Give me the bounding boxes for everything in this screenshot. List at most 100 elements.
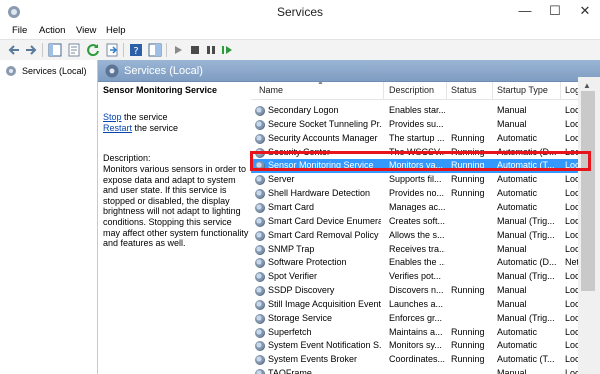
service-name-cell: Software Protection [268, 257, 347, 268]
description-pane: Sensor Monitoring Service Stop the servi… [98, 82, 251, 374]
column-status[interactable]: Status [451, 85, 477, 95]
service-name-cell: Secure Socket Tunneling Pr... [268, 118, 381, 129]
service-row[interactable]: Secure Socket Tunneling Pr... Provides su… [251, 118, 600, 132]
service-startup-type-cell: Manual (Trig... [497, 312, 555, 323]
column-divider[interactable] [560, 82, 561, 99]
service-row[interactable]: TAOFrame Manual Loc [251, 367, 600, 374]
service-name-cell: SSDP Discovery [268, 285, 335, 296]
service-status-cell: Running [451, 340, 485, 351]
service-startup-type-cell: Manual [497, 285, 527, 296]
service-row[interactable]: Secondary Logon Enables star... Manual Loc [251, 104, 600, 118]
service-gear-icon [255, 119, 265, 130]
maximize-button[interactable]: ☐ [540, 0, 570, 22]
description-text: Monitors various sensors in order to exp… [103, 164, 249, 249]
restart-suffix: the service [132, 123, 179, 133]
scroll-up-arrow-icon[interactable]: ▲ [583, 81, 591, 90]
service-startup-type-cell: Automatic [497, 201, 538, 212]
service-row[interactable]: Spot Verifier Verifies pot... Manual (Trig… [251, 270, 600, 284]
minimize-button[interactable]: — [510, 0, 540, 22]
service-description-cell: The startup ... [389, 132, 445, 143]
service-row[interactable]: SSDP Discovery Discovers n... Running Manua… [251, 284, 600, 298]
service-name-cell: TAOFrame [268, 368, 312, 374]
annotation-highlight-box [250, 151, 591, 171]
service-row[interactable]: Superfetch Maintains a... Running Automatic… [251, 326, 600, 340]
service-status-cell: Running [451, 132, 485, 143]
service-row[interactable]: System Events Broker Coordinates... Runnin… [251, 353, 600, 367]
stop-service-line: Stop the service [103, 112, 168, 122]
column-divider[interactable] [492, 82, 493, 99]
show-hide-console-tree-icon[interactable] [47, 42, 63, 58]
service-startup-type-cell: Automatic [497, 340, 538, 351]
start-service-icon[interactable] [170, 42, 186, 58]
scrollbar-thumb[interactable] [581, 91, 595, 291]
service-row[interactable]: Storage Service Enforces gr... Manual (Tri… [251, 312, 600, 326]
toolbar-separator [42, 43, 43, 57]
service-name-cell: Storage Service [268, 312, 333, 323]
service-startup-type-cell: Automatic [497, 188, 538, 199]
properties-icon[interactable] [66, 42, 82, 58]
service-name-cell: Shell Hardware Detection [268, 188, 371, 199]
services-gear-icon [6, 66, 16, 76]
back-arrow-icon[interactable] [6, 42, 22, 58]
service-name-cell: Smart Card [268, 201, 315, 212]
forward-arrow-icon[interactable] [23, 42, 39, 58]
menu-view[interactable]: View [76, 25, 96, 36]
menu-file[interactable]: File [12, 25, 27, 36]
help-icon[interactable]: ? [128, 42, 144, 58]
close-button[interactable]: ✕ [570, 0, 600, 22]
restart-service-line: Restart the service [103, 123, 178, 133]
column-divider[interactable] [383, 82, 384, 99]
service-startup-type-cell: Manual (Trig... [497, 271, 555, 282]
menu-help[interactable]: Help [106, 25, 126, 36]
service-status-cell: Running [451, 174, 485, 185]
refresh-icon[interactable] [85, 42, 101, 58]
column-description[interactable]: Description [389, 85, 434, 95]
service-status-cell: Running [451, 188, 485, 199]
toolbar-separator [166, 43, 167, 57]
results-pane: Services (Local) Sensor Monitoring Servi… [98, 60, 600, 374]
service-startup-type-cell: Manual (Trig... [497, 229, 555, 240]
service-startup-type-cell: Manual [497, 368, 527, 374]
service-row[interactable]: Smart Card Device Enumera... Creates soft… [251, 215, 600, 229]
service-row[interactable]: Smart Card Removal Policy Allows the s...… [251, 229, 600, 243]
service-startup-type-cell: Manual [497, 105, 527, 115]
title-bar: Services — ☐ ✕ [0, 0, 600, 24]
service-gear-icon [255, 369, 265, 374]
service-name-cell: Server [268, 174, 295, 185]
service-startup-type-cell: Manual [497, 243, 527, 254]
service-gear-icon [255, 355, 265, 366]
restart-service-icon[interactable] [219, 42, 235, 58]
stop-link[interactable]: Stop [103, 112, 122, 122]
service-description-cell: Manages ac... [389, 201, 445, 212]
service-row[interactable]: SNMP Trap Receives tra... Manual Loc [251, 243, 600, 257]
service-name-cell: System Event Notification S... [268, 340, 381, 351]
service-row[interactable]: Software Protection Enables the ... Automa… [251, 256, 600, 270]
service-name-cell: Secondary Logon [268, 105, 339, 115]
tree-item-services-local[interactable]: Services (Local) [5, 64, 87, 78]
column-name[interactable]: Name [259, 85, 283, 95]
service-row[interactable]: Server Supports fil... Running Automatic Loc [251, 173, 600, 187]
service-description-cell: Provides no... [389, 188, 445, 199]
pause-service-icon[interactable] [203, 42, 219, 58]
service-gear-icon [255, 313, 265, 324]
service-row[interactable]: Smart Card Manages ac... Automatic Loc [251, 201, 600, 215]
service-row[interactable]: Still Image Acquisition Events Launches a… [251, 298, 600, 312]
services-gear-icon [105, 64, 119, 78]
stop-service-icon[interactable] [187, 42, 203, 58]
service-row[interactable]: Shell Hardware Detection Provides no... Ru… [251, 187, 600, 201]
column-startup-type[interactable]: Startup Type [497, 85, 548, 95]
menu-action[interactable]: Action [39, 25, 65, 36]
column-divider[interactable] [446, 82, 447, 99]
service-row[interactable]: System Event Notification S... Monitors s… [251, 339, 600, 353]
service-gear-icon [255, 272, 265, 283]
restart-link[interactable]: Restart [103, 123, 132, 133]
service-description-cell: Enforces gr... [389, 312, 443, 323]
service-startup-type-cell: Automatic [497, 326, 538, 337]
service-row[interactable]: Security Accounts Manager The startup ...… [251, 132, 600, 146]
service-status-cell: Running [451, 326, 485, 337]
export-list-icon[interactable] [104, 42, 120, 58]
view-pane-icon[interactable] [147, 42, 163, 58]
service-startup-type-cell: Manual [497, 118, 527, 129]
service-description-cell: Monitors sy... [389, 340, 442, 351]
sort-ascending-icon: ▲ [317, 82, 324, 86]
